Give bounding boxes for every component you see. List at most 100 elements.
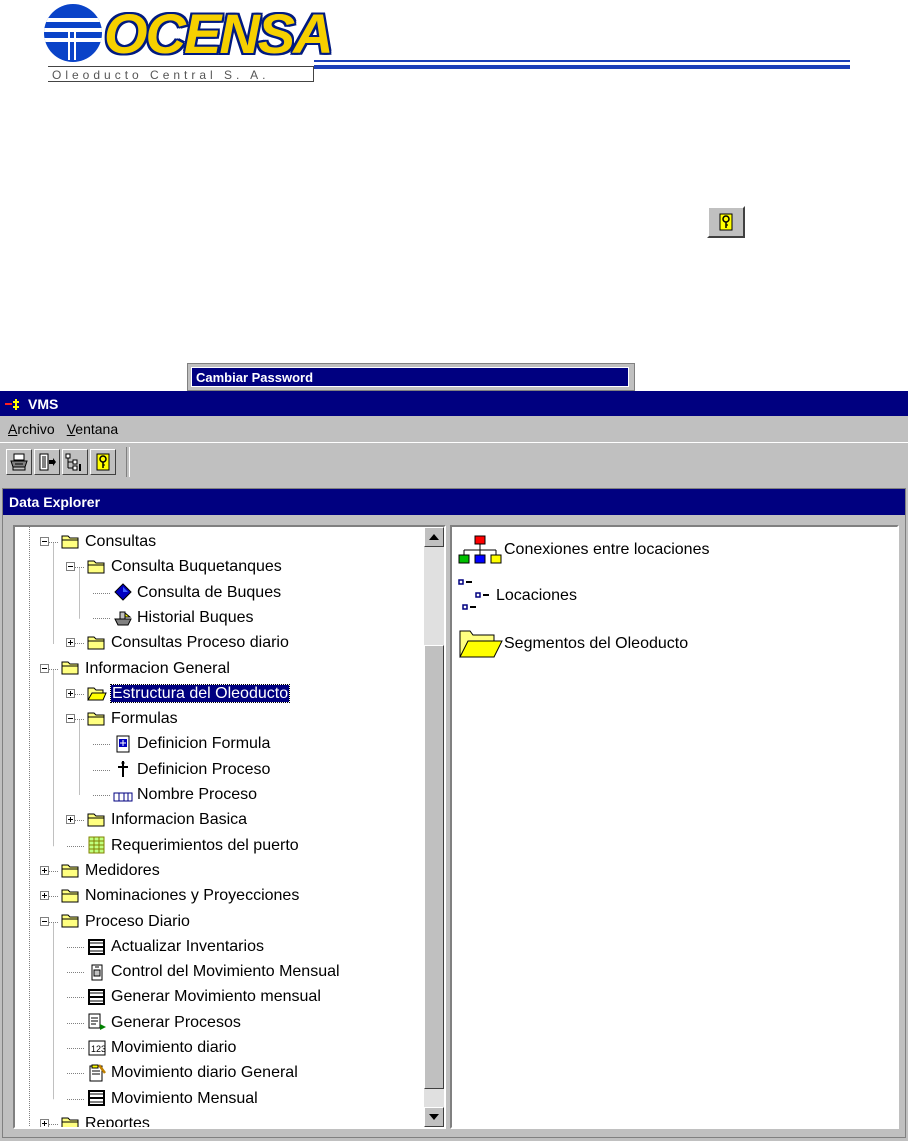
key-icon [96,453,110,471]
open-folder-large-icon [459,630,503,658]
change-password-button[interactable] [707,206,745,238]
exit-button[interactable] [34,449,60,475]
tree-item[interactable]: Consultas [61,531,156,553]
edit-doc-icon [89,1064,106,1082]
tree-item[interactable]: Generar Movimiento mensual [87,986,321,1008]
data-explorer-window: Data Explorer Consultas Consulta Buquetan… [2,488,906,1138]
table-icon [88,989,105,1006]
tree-item[interactable]: Nombre Proceso [113,784,257,806]
expand-icon[interactable] [66,688,75,698]
tree-item-label: Reportes [85,1114,150,1129]
globe-logo-icon [44,4,102,62]
tree-item[interactable]: Definicion Formula [113,733,270,755]
tree-item-label: Control del Movimiento Mensual [111,963,340,981]
collapse-icon[interactable] [40,663,49,673]
tree-item[interactable]: Consultas Proceso diario [87,632,289,654]
tree-item[interactable]: Consulta Buquetanques [87,556,282,578]
list-item-label: Locaciones [496,587,577,604]
tree-item-label: Consulta Buquetanques [111,558,282,576]
control-doc-icon [91,964,103,981]
tree-view-button[interactable] [62,449,88,475]
exit-door-icon [39,453,56,471]
tree-item[interactable]: Medidores [61,860,160,882]
caption-text: Cambiar Password [191,367,629,387]
collapse-icon[interactable] [66,714,75,724]
tree-item-label: Movimiento Mensual [111,1089,258,1107]
tree-item-label: Actualizar Inventarios [111,937,264,955]
ship-icon [114,611,132,626]
logo-wordmark: OCENSA [104,2,334,65]
collapse-icon[interactable] [40,537,49,546]
scroll-down-button[interactable] [424,1107,444,1127]
scrollbar-thumb[interactable] [424,645,444,1089]
arrow-up-icon [429,534,439,540]
tree-item-label: Nominaciones y Proyecciones [85,887,300,905]
expand-icon[interactable] [40,891,49,901]
change-password-toolbar-button[interactable] [90,449,116,475]
vertical-scrollbar[interactable] [424,527,444,1127]
list-item-label: Segmentos del Oleoducto [504,635,689,652]
tree-item[interactable]: Formulas [87,708,178,730]
print-button[interactable] [6,449,32,475]
tree-item[interactable]: Requerimientos del puerto [87,835,299,857]
tree-item[interactable]: Estructura del Oleoducto [87,683,291,705]
tree-item-label: Generar Movimiento mensual [111,988,321,1006]
expand-icon[interactable] [40,865,49,875]
tree-item-label: Proceso Diario [85,912,190,930]
tree-item[interactable]: Generar Procesos [87,1012,241,1034]
folder-icon [61,889,79,903]
tree-pane[interactable]: Consultas Consulta Buquetanques Consulta d… [13,525,446,1129]
printer-icon [10,453,28,471]
tree-item[interactable]: Control del Movimiento Mensual [87,961,340,983]
tree-item-label: Informacion Basica [111,811,248,829]
folder-icon [87,813,105,827]
name-grid-icon [113,792,133,802]
tree-item-label: Medidores [85,861,160,879]
folder-icon [87,712,105,726]
tree-item[interactable]: Historial Buques [113,607,254,629]
tree-item[interactable]: Informacion Basica [87,809,247,831]
menu-ventana[interactable]: Ventana [67,421,118,437]
tree-item-label: Nombre Proceso [137,786,258,803]
process-icon [118,761,128,778]
folder-icon [61,535,79,549]
tree-item-label: Consultas Proceso diario [111,634,289,652]
formula-doc-icon [116,735,130,753]
expand-icon[interactable] [66,638,75,648]
ocensa-logo: OCENSA Oleoducto Central S. A. [40,2,860,86]
data-explorer-title[interactable]: Data Explorer [3,489,905,515]
tree-item[interactable]: Nominaciones y Proyecciones [61,885,299,907]
title-bar[interactable]: VMS [0,391,908,416]
tree-item[interactable]: Actualizar Inventarios [87,936,264,958]
tree-item-label: Informacion General [85,659,230,677]
generate-icon [88,1013,106,1031]
tree-item[interactable]: Informacion General [61,658,230,680]
tree-item[interactable]: Consulta de Buques [113,582,281,604]
logo-rule [314,60,850,62]
expand-icon[interactable] [66,815,75,825]
folder-icon [61,914,79,928]
list-item-conexiones[interactable]: Conexiones entre locaciones [458,535,709,565]
table-icon [88,1090,105,1107]
tree-item[interactable]: 123 Movimiento diario [87,1037,236,1059]
tree-item[interactable]: Definicion Proceso [113,759,270,781]
tree-item[interactable]: Reportes [61,1113,150,1129]
scroll-up-button[interactable] [424,527,444,547]
menu-archivo[interactable]: Archivo [8,421,55,437]
list-pane[interactable]: Conexiones entre locaciones Locaciones S… [450,525,899,1129]
tree-item[interactable]: Movimiento Mensual [87,1088,258,1110]
list-item-segmentos[interactable]: Segmentos del Oleoducto [458,627,688,661]
tree-item-label: Movimiento diario General [111,1064,298,1082]
tree-item-label: Requerimientos del puerto [111,836,299,854]
table-icon [88,938,105,955]
tree-item[interactable]: Movimiento diario General [87,1062,298,1084]
collapse-icon[interactable] [66,562,75,572]
expand-icon[interactable] [40,1118,49,1127]
key-icon [719,213,733,231]
collapse-icon[interactable] [40,916,49,926]
list-item-locaciones[interactable]: Locaciones [458,577,577,615]
tree-item-label: Consulta de Buques [137,583,282,601]
grid-sheet-icon [88,836,105,854]
toolbar [0,442,908,481]
tree-item[interactable]: Proceso Diario [61,911,190,933]
